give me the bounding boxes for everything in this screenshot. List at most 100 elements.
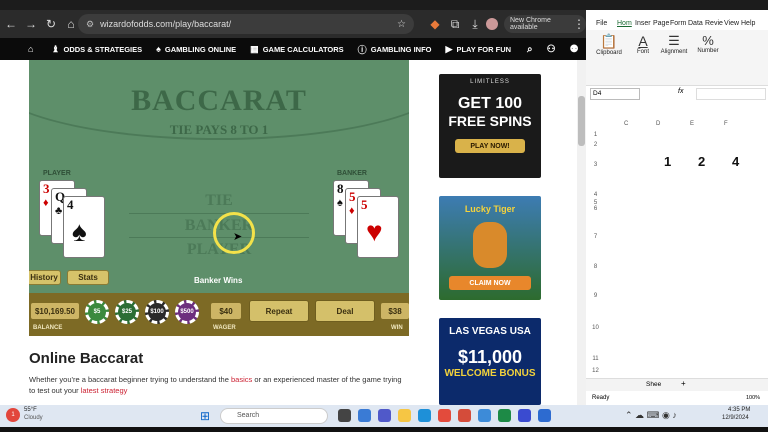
taskbar-search[interactable]: Search	[220, 408, 328, 424]
row-header[interactable]: 7	[589, 234, 602, 240]
repeat-button[interactable]: Repeat	[249, 300, 309, 322]
balance-value: $10,169.50	[31, 303, 79, 319]
users-icon[interactable]: ⚉	[570, 44, 579, 55]
app-icon[interactable]	[518, 409, 531, 422]
stats-button[interactable]: Stats	[67, 270, 109, 285]
row-header[interactable]: 10	[589, 325, 602, 331]
url-text: wizardofodds.com/play/baccarat/	[100, 19, 232, 29]
tab-page[interactable]: Page	[653, 20, 669, 27]
strategy-link[interactable]: latest strategy	[81, 386, 128, 395]
tab-view[interactable]: View	[724, 20, 739, 27]
cell-f3[interactable]: 4	[732, 154, 739, 169]
sheet-tab[interactable]: Shee	[646, 381, 661, 388]
col-header-e[interactable]: E	[690, 121, 694, 127]
chip-500[interactable]: $500	[175, 300, 199, 324]
sheet-tab-bar	[586, 378, 768, 391]
weather-desc: Cloudy	[24, 415, 43, 421]
col-header-f[interactable]: F	[724, 121, 728, 127]
chrome-taskbar-icon[interactable]	[458, 409, 471, 422]
system-tray-icons[interactable]: ⌃ ☁ ⌨ ◉ ♪	[625, 410, 677, 421]
forward-icon[interactable]: →	[22, 15, 40, 33]
chip-100[interactable]: $100	[145, 300, 169, 324]
row-header[interactable]: 9	[589, 293, 602, 299]
game-title: BACCARAT	[131, 84, 307, 117]
row-header[interactable]: 3	[589, 162, 602, 168]
row-header[interactable]: 12	[589, 368, 602, 374]
row-header[interactable]: 8	[589, 264, 602, 270]
page-scrollbar[interactable]	[577, 60, 586, 405]
tab-review[interactable]: Revie	[705, 20, 723, 27]
tab-data[interactable]: Data	[688, 20, 703, 27]
row-header[interactable]: 11	[589, 356, 602, 362]
chip-5[interactable]: $5	[85, 300, 109, 324]
search-icon[interactable]: ⌕	[527, 44, 533, 55]
copilot-icon[interactable]	[358, 409, 371, 422]
row-header[interactable]: 2	[589, 142, 602, 148]
row-header[interactable]: 1	[589, 132, 602, 138]
app-icon[interactable]	[438, 409, 451, 422]
excel-taskbar-icon[interactable]	[498, 409, 511, 422]
row-header[interactable]: 6	[589, 206, 602, 212]
chip-25[interactable]: $25	[115, 300, 139, 324]
word-icon[interactable]	[538, 409, 551, 422]
group-alignment[interactable]: ☰ Alignment	[658, 33, 690, 85]
col-header-d[interactable]: D	[656, 121, 660, 127]
download-icon[interactable]: ⤓	[466, 15, 484, 33]
tiger-mascot-icon	[473, 222, 507, 268]
weather-icon[interactable]: 1	[6, 408, 20, 422]
add-sheet-icon[interactable]: +	[681, 379, 686, 388]
profile-avatar[interactable]	[486, 18, 498, 30]
player-label: PLAYER	[43, 170, 71, 177]
group-number[interactable]: % Number	[694, 33, 722, 85]
tab-file[interactable]: File	[596, 20, 607, 27]
ad-las-vegas[interactable]: LAS VEGAS USA $11,000 WELCOME BONUS	[439, 318, 541, 405]
font-icon: A	[638, 33, 648, 49]
zoom-level[interactable]: 100%	[746, 395, 760, 401]
row-header[interactable]: 4	[589, 192, 602, 198]
home-nav-icon[interactable]: ⌂	[28, 44, 37, 54]
tab-formulas[interactable]: Form	[670, 20, 686, 27]
teams-icon[interactable]	[378, 409, 391, 422]
tab-insert[interactable]: Inser	[635, 20, 651, 27]
nav-game-calculators[interactable]: ▦ GAME CALCULATORS	[250, 44, 344, 55]
puzzle-icon[interactable]: ⧉	[446, 15, 464, 33]
nav-odds-strategies[interactable]: ♝ ODDS & STRATEGIES	[51, 44, 142, 55]
name-box[interactable]: D4	[590, 88, 640, 100]
edge-icon[interactable]	[418, 409, 431, 422]
cell-d3[interactable]: 1	[664, 154, 671, 169]
claim-now-button[interactable]: CLAIM NOW	[449, 276, 531, 290]
clock-time[interactable]: 4:35 PM	[728, 407, 750, 413]
group-clipboard[interactable]: 📋 Clipboard	[594, 33, 624, 85]
site-info-icon[interactable]: ⚙	[86, 19, 94, 30]
add-user-icon[interactable]: ⚇	[547, 44, 556, 55]
nav-gambling-online[interactable]: ♠ GAMBLING ONLINE	[156, 44, 236, 54]
ad-limitless[interactable]: LIMITLESS GET 100 FREE SPINS PLAY NOW!	[439, 74, 541, 178]
baccarat-game[interactable]: BACCARAT TIE PAYS 8 TO 1 PLAYER BANKER T…	[29, 60, 409, 336]
clock-date[interactable]: 12/9/2024	[722, 415, 749, 421]
address-bar[interactable]: ⚙ wizardofodds.com/play/baccarat/ ☆	[78, 14, 414, 34]
back-icon[interactable]: ←	[2, 15, 20, 33]
formula-bar[interactable]	[696, 88, 766, 100]
history-button[interactable]: History	[29, 270, 61, 285]
wager-value: $40	[211, 303, 241, 319]
nav-gambling-info[interactable]: ⓘ GAMBLING INFO	[358, 43, 432, 56]
app-icon[interactable]	[478, 409, 491, 422]
start-icon[interactable]: ⊞	[200, 409, 214, 423]
task-view-icon[interactable]	[338, 409, 351, 422]
tab-home[interactable]: Hom	[617, 20, 632, 27]
basics-link[interactable]: basics	[231, 375, 252, 384]
group-font[interactable]: A Font	[630, 33, 656, 85]
explorer-icon[interactable]	[398, 409, 411, 422]
tab-help[interactable]: Help	[741, 20, 755, 27]
info-icon: ⓘ	[357, 44, 367, 55]
deal-button[interactable]: Deal	[315, 300, 375, 322]
scroll-thumb[interactable]	[578, 96, 585, 146]
nav-play-for-fun[interactable]: ▶ PLAY FOR FUN	[446, 44, 512, 55]
play-now-button[interactable]: PLAY NOW!	[455, 139, 525, 153]
extension-icon[interactable]: ◆	[426, 15, 444, 33]
cell-e3[interactable]: 2	[698, 154, 705, 169]
reload-icon[interactable]: ↻	[42, 15, 60, 33]
col-header-c[interactable]: C	[624, 121, 628, 127]
bookmark-star-icon[interactable]: ☆	[397, 19, 406, 30]
ad-lucky-tiger[interactable]: Lucky Tiger CLAIM NOW	[439, 196, 541, 300]
